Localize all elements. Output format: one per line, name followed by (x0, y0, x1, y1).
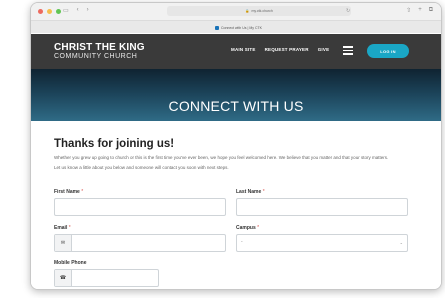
hamburger-menu-icon[interactable] (343, 46, 353, 57)
intro-text: Whether you grew up going to church or t… (54, 155, 389, 160)
reload-icon[interactable]: ↻ (346, 8, 350, 14)
logo-line-2: COMMUNITY CHURCH (54, 53, 138, 60)
close-window-button[interactable] (38, 9, 43, 14)
browser-toolbar: ▭ ‹ › ◌ 🔒 my.ctk.church ↻ ⇧ + ⧉ Connect … (31, 3, 441, 33)
campus-selected-value: - (241, 239, 243, 245)
minimize-window-button[interactable] (47, 9, 52, 14)
first-name-label: First Name * (54, 189, 84, 195)
page-title: CONNECT WITH US (168, 98, 304, 114)
intro-text-2: Let us know a little about you below and… (54, 165, 229, 171)
campus-label: Campus * (236, 225, 260, 231)
envelope-icon: ✉ (55, 235, 72, 251)
logo-line-1: CHRIST THE KING (54, 42, 145, 53)
favicon-icon (215, 25, 219, 30)
chevron-down-icon: ⌄ (399, 240, 403, 245)
back-icon[interactable]: ‹ (77, 7, 79, 14)
tab-strip: Connect with Us | My CTK (31, 20, 441, 33)
mobile-phone-input[interactable]: ☎ (54, 269, 159, 287)
connect-form: Thanks for joining us! Whether you grew … (31, 121, 441, 289)
lock-icon: 🔒 (245, 9, 250, 13)
tab-title: Connect with Us | My CTK (221, 25, 262, 30)
email-input[interactable]: ✉ (54, 234, 226, 252)
url-text: my.ctk.church (251, 9, 273, 13)
address-bar[interactable]: 🔒 my.ctk.church (167, 6, 351, 16)
last-name-label: Last Name * (236, 189, 265, 195)
toolbar-right: ⇧ + ⧉ (406, 7, 433, 14)
new-tab-icon[interactable]: + (418, 7, 422, 14)
browser-window: ▭ ‹ › ◌ 🔒 my.ctk.church ↻ ⇧ + ⧉ Connect … (30, 2, 442, 290)
email-label: Email * (54, 225, 71, 231)
phone-icon: ☎ (55, 270, 72, 286)
campus-select[interactable]: - ⌄ (236, 234, 408, 252)
hero-banner: CONNECT WITH US (31, 69, 441, 121)
window-controls (38, 9, 61, 14)
tabs-overview-icon[interactable]: ⧉ (429, 7, 433, 14)
mobile-phone-label: Mobile Phone (54, 260, 87, 266)
church-logo[interactable]: CHRIST THE KING COMMUNITY CHURCH (54, 42, 145, 61)
form-heading: Thanks for joining us! (54, 138, 175, 150)
site-header: CHRIST THE KING COMMUNITY CHURCH MAIN SI… (31, 34, 441, 69)
sidebar-icon[interactable]: ▭ (63, 7, 69, 14)
first-name-input[interactable] (54, 198, 226, 216)
last-name-input[interactable] (236, 198, 408, 216)
nav-main-site[interactable]: MAIN SITE (231, 47, 256, 52)
nav-request-prayer[interactable]: REQUEST PRAYER (265, 47, 309, 52)
share-icon[interactable]: ⇧ (406, 7, 411, 14)
nav-give[interactable]: GIVE (318, 47, 330, 52)
main-nav: MAIN SITE REQUEST PRAYER GIVE (231, 47, 329, 52)
nav-icons: ▭ ‹ › (63, 7, 89, 14)
zoom-window-button[interactable] (56, 9, 61, 14)
forward-icon[interactable]: › (87, 7, 89, 14)
login-button[interactable]: LOG IN (367, 44, 409, 58)
active-tab[interactable]: Connect with Us | My CTK (191, 23, 286, 32)
